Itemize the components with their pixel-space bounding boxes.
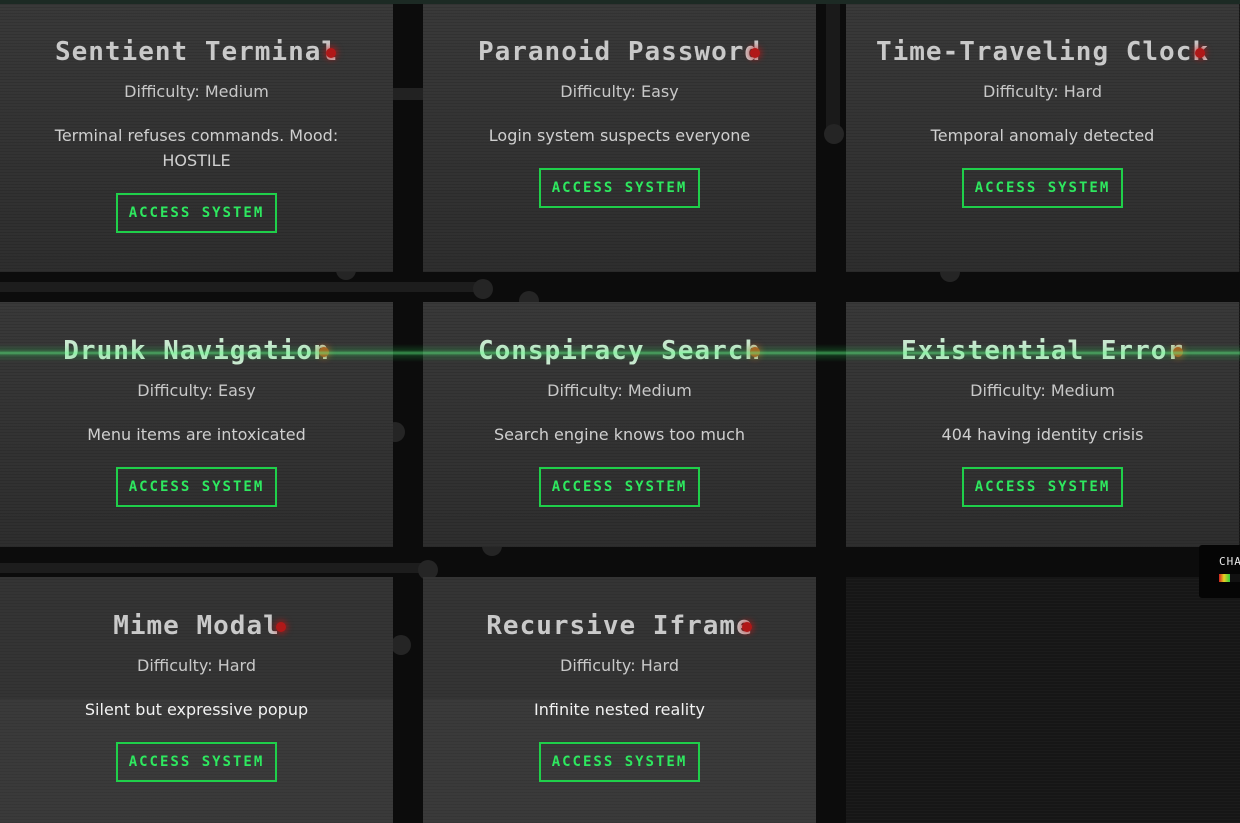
- circuit-trace: [393, 4, 423, 823]
- status-dot-icon: [750, 48, 760, 58]
- card-difficulty: Difficulty: Medium: [547, 381, 692, 400]
- card-difficulty: Difficulty: Hard: [560, 656, 679, 675]
- card-difficulty: Difficulty: Easy: [560, 82, 679, 101]
- challenge-card-drunk-navigation: Drunk Navigation Difficulty: Easy Menu i…: [0, 302, 393, 547]
- card-difficulty: Difficulty: Medium: [124, 82, 269, 101]
- access-system-button[interactable]: ACCESS SYSTEM: [539, 742, 700, 782]
- challenge-card-time-traveling-clock: Time-Traveling Clock Difficulty: Hard Te…: [846, 4, 1239, 272]
- access-system-button[interactable]: ACCESS SYSTEM: [116, 742, 277, 782]
- card-difficulty: Difficulty: Easy: [137, 381, 256, 400]
- card-title: Time-Traveling Clock: [875, 37, 1210, 67]
- card-title: Recursive Iframe: [486, 611, 753, 641]
- card-title: Conspiracy Search: [477, 336, 762, 366]
- chaos-meter-widget[interactable]: CHA: [1199, 545, 1240, 598]
- circuit-trace: [826, 4, 840, 134]
- card-description: Silent but expressive popup: [84, 700, 309, 719]
- card-description: Terminal refuses commands. Mood: HOSTILE: [54, 126, 339, 170]
- page: Sentient Terminal Difficulty: Medium Ter…: [0, 0, 1240, 823]
- access-system-button[interactable]: ACCESS SYSTEM: [116, 467, 277, 507]
- challenge-card-mime-modal: Mime Modal Difficulty: Hard Silent but e…: [0, 577, 393, 823]
- card-title: Paranoid Password: [477, 37, 762, 67]
- circuit-trace: [393, 88, 423, 100]
- card-description: 404 having identity crisis: [941, 425, 1144, 444]
- status-dot-icon: [276, 622, 286, 632]
- card-description: Search engine knows too much: [493, 425, 745, 444]
- access-system-button[interactable]: ACCESS SYSTEM: [539, 168, 700, 208]
- challenge-card-sentient-terminal: Sentient Terminal Difficulty: Medium Ter…: [0, 4, 393, 272]
- challenge-card-paranoid-password: Paranoid Password Difficulty: Easy Login…: [423, 4, 816, 272]
- access-system-button[interactable]: ACCESS SYSTEM: [962, 467, 1123, 507]
- chaos-meter-label: CHA: [1219, 555, 1240, 568]
- card-difficulty: Difficulty: Hard: [137, 656, 256, 675]
- access-system-button[interactable]: ACCESS SYSTEM: [962, 168, 1123, 208]
- circuit-node: [391, 635, 411, 655]
- access-system-button[interactable]: ACCESS SYSTEM: [116, 193, 277, 233]
- card-description: Infinite nested reality: [534, 700, 705, 719]
- status-dot-icon: [1173, 347, 1183, 357]
- challenge-card-recursive-iframe: Recursive Iframe Difficulty: Hard Infini…: [423, 577, 816, 823]
- card-difficulty: Difficulty: Hard: [983, 82, 1102, 101]
- card-title: Existential Error: [900, 336, 1185, 366]
- status-dot-icon: [1195, 48, 1205, 58]
- status-dot-icon: [319, 347, 329, 357]
- card-title: Drunk Navigation: [63, 336, 330, 366]
- circuit-node: [824, 124, 844, 144]
- card-title: Sentient Terminal: [54, 37, 339, 67]
- card-description: Menu items are intoxicated: [87, 425, 306, 444]
- chaos-meter-bar: [1219, 574, 1240, 582]
- challenge-card-existential-error: Existential Error Difficulty: Medium 404…: [846, 302, 1239, 547]
- card-title: Mime Modal: [113, 611, 280, 641]
- card-description: Login system suspects everyone: [488, 126, 751, 145]
- access-system-button[interactable]: ACCESS SYSTEM: [539, 467, 700, 507]
- circuit-trace: [0, 282, 480, 292]
- status-dot-icon: [742, 622, 752, 632]
- circuit-node: [473, 279, 493, 299]
- chaos-meter-fill: [1219, 574, 1230, 582]
- card-description: Temporal anomaly detected: [930, 126, 1155, 145]
- challenge-card-conspiracy-search: Conspiracy Search Difficulty: Medium Sea…: [423, 302, 816, 547]
- circuit-trace: [0, 563, 428, 573]
- status-dot-icon: [326, 48, 336, 58]
- status-dot-icon: [750, 347, 760, 357]
- card-difficulty: Difficulty: Medium: [970, 381, 1115, 400]
